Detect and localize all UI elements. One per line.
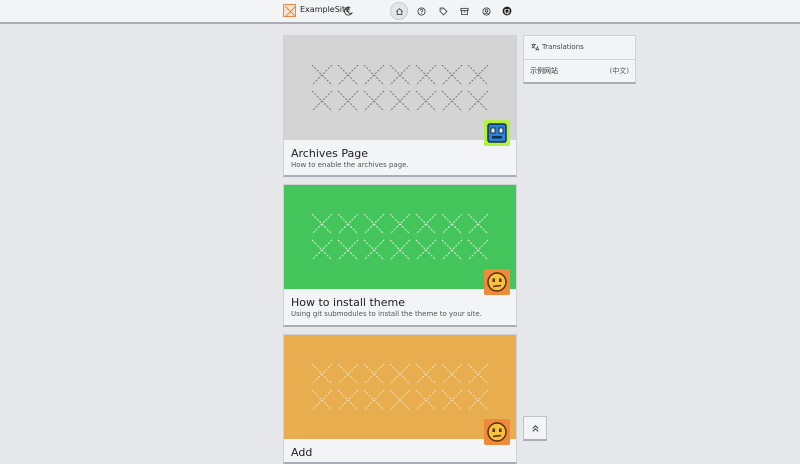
nav-home-button[interactable] bbox=[390, 2, 408, 20]
translation-link-zh[interactable]: 示例网站 (中文) bbox=[524, 60, 635, 82]
post-card[interactable]: How to install theme Using git submodule… bbox=[283, 184, 517, 327]
user-icon bbox=[481, 6, 491, 16]
chevrons-up-icon bbox=[531, 424, 539, 432]
nav-github-button[interactable] bbox=[498, 2, 516, 20]
translation-lang: (中文) bbox=[609, 67, 629, 75]
post-card[interactable]: Add bbox=[283, 334, 517, 464]
github-icon bbox=[502, 6, 512, 16]
banner-pattern bbox=[312, 364, 489, 411]
archive-icon bbox=[459, 7, 469, 15]
post-banner bbox=[284, 36, 516, 140]
robot-avatar-icon bbox=[484, 120, 510, 146]
nav-about-button[interactable] bbox=[477, 2, 495, 20]
tag-icon bbox=[439, 7, 447, 15]
translation-label[interactable]: 示例网站 bbox=[530, 66, 558, 76]
post-description: Using git submodules to install the them… bbox=[291, 310, 482, 318]
nav-tags-button[interactable] bbox=[434, 2, 452, 20]
post-description: How to enable the archives page. bbox=[291, 161, 409, 169]
face-avatar-icon bbox=[484, 269, 510, 295]
site-logo-icon[interactable] bbox=[283, 4, 297, 18]
post-banner bbox=[284, 335, 516, 439]
site-header: ExampleSite bbox=[0, 0, 800, 24]
back-to-top-button[interactable] bbox=[523, 416, 547, 441]
nav-archives-button[interactable] bbox=[455, 2, 473, 20]
banner-pattern bbox=[312, 214, 489, 261]
translations-widget: Translations 示例网站 (中文) bbox=[523, 35, 636, 84]
post-banner bbox=[284, 185, 516, 289]
translations-heading: Translations bbox=[542, 43, 584, 51]
nav-help-button[interactable] bbox=[412, 2, 430, 20]
banner-pattern bbox=[312, 65, 489, 112]
moon-icon[interactable] bbox=[343, 6, 353, 16]
help-icon bbox=[416, 6, 426, 16]
post-card[interactable]: Archives Page How to enable the archives… bbox=[283, 35, 517, 177]
face-avatar-icon bbox=[484, 419, 510, 445]
translations-header: Translations bbox=[524, 36, 635, 60]
post-title[interactable]: How to install theme bbox=[291, 296, 405, 309]
home-icon bbox=[395, 7, 403, 15]
post-title[interactable]: Archives Page bbox=[291, 147, 368, 160]
translate-icon bbox=[531, 43, 540, 51]
post-title[interactable]: Add bbox=[291, 446, 312, 459]
